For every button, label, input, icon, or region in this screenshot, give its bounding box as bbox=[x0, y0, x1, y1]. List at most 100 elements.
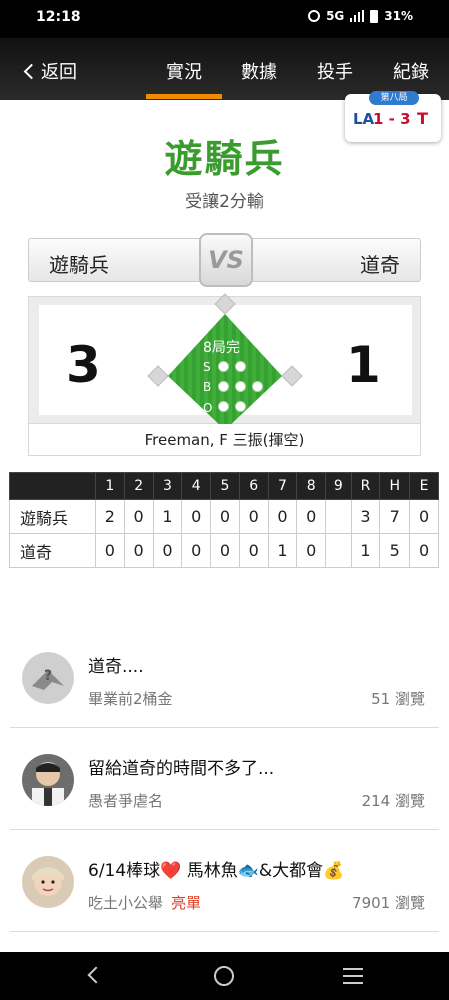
mini-inning-label: 第八局 bbox=[369, 91, 419, 105]
home-icon[interactable] bbox=[214, 966, 234, 986]
signal-icon bbox=[350, 10, 365, 22]
linescore-cell: 1 bbox=[350, 533, 381, 568]
linescore-header: E bbox=[409, 472, 439, 500]
back-button[interactable]: 返回 bbox=[22, 58, 77, 84]
table-row: 道奇 0 0 0 0 0 0 1 0 1 5 0 bbox=[9, 533, 439, 568]
ball-dot bbox=[218, 381, 229, 392]
ball-dot bbox=[235, 381, 246, 392]
feed-views: 51 瀏覽 bbox=[371, 690, 425, 708]
result-subtitle: 受讓2分輸 bbox=[185, 192, 264, 212]
linescore-header: 4 bbox=[181, 472, 212, 500]
linescore-cell: 0 bbox=[152, 533, 183, 568]
recent-apps-icon[interactable] bbox=[343, 968, 363, 984]
feed-views: 214 瀏覽 bbox=[361, 792, 425, 810]
result-title: 遊騎兵 bbox=[164, 137, 285, 181]
feed-views: 7901 瀏覽 bbox=[352, 894, 425, 912]
team-left-name: 遊騎兵 bbox=[49, 253, 109, 277]
linescore-cell: 0 bbox=[238, 499, 269, 534]
feed-item[interactable]: 6/14棒球❤️ 馬林魚🐟&大都會💰 吃土小公舉 亮單 7901 瀏覽 bbox=[0, 830, 449, 932]
linescore-team: 遊騎兵 bbox=[9, 499, 96, 534]
team-right-name: 道奇 bbox=[360, 253, 400, 277]
linescore-cell bbox=[325, 499, 352, 534]
tab-records[interactable]: 紀錄 bbox=[393, 58, 429, 84]
linescore-header: 3 bbox=[152, 472, 183, 500]
feed-author: 吃土小公舉 亮單 bbox=[88, 892, 201, 913]
linescore-cell: 0 bbox=[95, 533, 125, 568]
linescore-cell bbox=[325, 533, 352, 568]
system-nav-bar bbox=[0, 952, 449, 1000]
status-icons: 5G 31% bbox=[308, 9, 413, 23]
linescore-cell: 0 bbox=[238, 533, 269, 568]
back-icon[interactable] bbox=[87, 966, 105, 984]
battery-label: 31% bbox=[384, 9, 413, 23]
network-label: 5G bbox=[326, 9, 345, 23]
status-bar: 12:18 5G 31% bbox=[0, 0, 449, 38]
strike-dot bbox=[218, 361, 229, 372]
linescore-cell: 0 bbox=[123, 533, 154, 568]
linescore-cell: 1 bbox=[152, 499, 183, 534]
placeholder-avatar: ? bbox=[22, 652, 74, 704]
linescore-cell: 0 bbox=[296, 533, 327, 568]
tab-live[interactable]: 實況 bbox=[146, 58, 222, 99]
linescore-cell: 0 bbox=[210, 499, 240, 534]
man-avatar bbox=[22, 754, 74, 806]
linescore-cell: 0 bbox=[210, 533, 240, 568]
linescore-cell: 0 bbox=[181, 499, 212, 534]
linescore-header: 9 bbox=[325, 472, 352, 500]
alarm-icon bbox=[308, 10, 321, 22]
hot-tag-badge: 亮單 bbox=[171, 894, 202, 912]
out-label: O bbox=[203, 401, 213, 415]
linescore-cell: 0 bbox=[409, 533, 439, 568]
tab-pitchers[interactable]: 投手 bbox=[317, 58, 353, 84]
linescore-header: R bbox=[350, 472, 381, 500]
linescore-cell: 5 bbox=[379, 533, 411, 568]
feed-author: 愚者爭虐名 bbox=[88, 792, 164, 810]
chevron-left-icon bbox=[23, 63, 40, 79]
table-row: 遊騎兵 2 0 1 0 0 0 0 0 3 7 0 bbox=[9, 499, 439, 534]
score-left: 3 bbox=[66, 336, 101, 394]
back-label: 返回 bbox=[41, 62, 77, 83]
linescore-header bbox=[9, 472, 96, 500]
team-banner: 遊騎兵 VS 道奇 bbox=[28, 233, 421, 287]
inning-status: 8局完 bbox=[203, 340, 240, 356]
play-result: Freeman, F 三振(揮空) bbox=[28, 424, 421, 456]
feed-author: 畢業前2桶金 bbox=[88, 690, 173, 708]
ball-dot bbox=[252, 381, 263, 392]
linescore-header-row: 1 2 3 4 5 6 7 8 9 R H E bbox=[9, 472, 439, 500]
feed-title: 6/14棒球❤️ 馬林魚🐟&大都會💰 bbox=[88, 861, 345, 881]
linescore-cell: 0 bbox=[409, 499, 439, 534]
score-right: 1 bbox=[346, 336, 381, 394]
linescore-cell: 3 bbox=[350, 499, 381, 534]
out-dot bbox=[235, 401, 246, 412]
linescore-cell: 0 bbox=[181, 533, 212, 568]
rangers-logo: T bbox=[417, 109, 428, 128]
linescore-table: 1 2 3 4 5 6 7 8 9 R H E 遊騎兵 2 0 1 0 0 0 … bbox=[9, 472, 439, 568]
svg-text:?: ? bbox=[44, 668, 52, 684]
linescore-cell: 0 bbox=[296, 499, 327, 534]
linescore-cell: 0 bbox=[123, 499, 154, 534]
dodgers-logo: LA bbox=[353, 110, 375, 128]
status-time: 12:18 bbox=[36, 9, 81, 25]
linescore-header: 5 bbox=[210, 472, 240, 500]
woman-avatar bbox=[22, 856, 74, 908]
feed-item[interactable]: 留給道奇的時間不多了... 愚者爭虐名 214 瀏覽 bbox=[0, 728, 449, 830]
linescore-cell: 2 bbox=[95, 499, 125, 534]
ball-label: B bbox=[203, 380, 212, 394]
linescore-cell: 0 bbox=[267, 499, 298, 534]
linescore-cell: 7 bbox=[379, 499, 411, 534]
battery-icon bbox=[370, 9, 379, 23]
linescore-header: 7 bbox=[267, 472, 298, 500]
linescore-cell: 1 bbox=[267, 533, 298, 568]
feed-item[interactable]: ? 道奇.... 畢業前2桶金 51 瀏覽 bbox=[0, 626, 449, 728]
feed-title: 道奇.... bbox=[88, 657, 144, 677]
strike-label: S bbox=[203, 360, 211, 374]
mini-score-text: 1 - 3 bbox=[373, 110, 411, 128]
strike-dot bbox=[235, 361, 246, 372]
linescore-header: H bbox=[379, 472, 411, 500]
out-dot bbox=[218, 401, 229, 412]
linescore-header: 2 bbox=[123, 472, 154, 500]
linescore-header: 8 bbox=[296, 472, 327, 500]
linescore-header: 6 bbox=[238, 472, 269, 500]
linescore-header: 1 bbox=[95, 472, 125, 500]
tab-stats[interactable]: 數據 bbox=[241, 58, 277, 84]
